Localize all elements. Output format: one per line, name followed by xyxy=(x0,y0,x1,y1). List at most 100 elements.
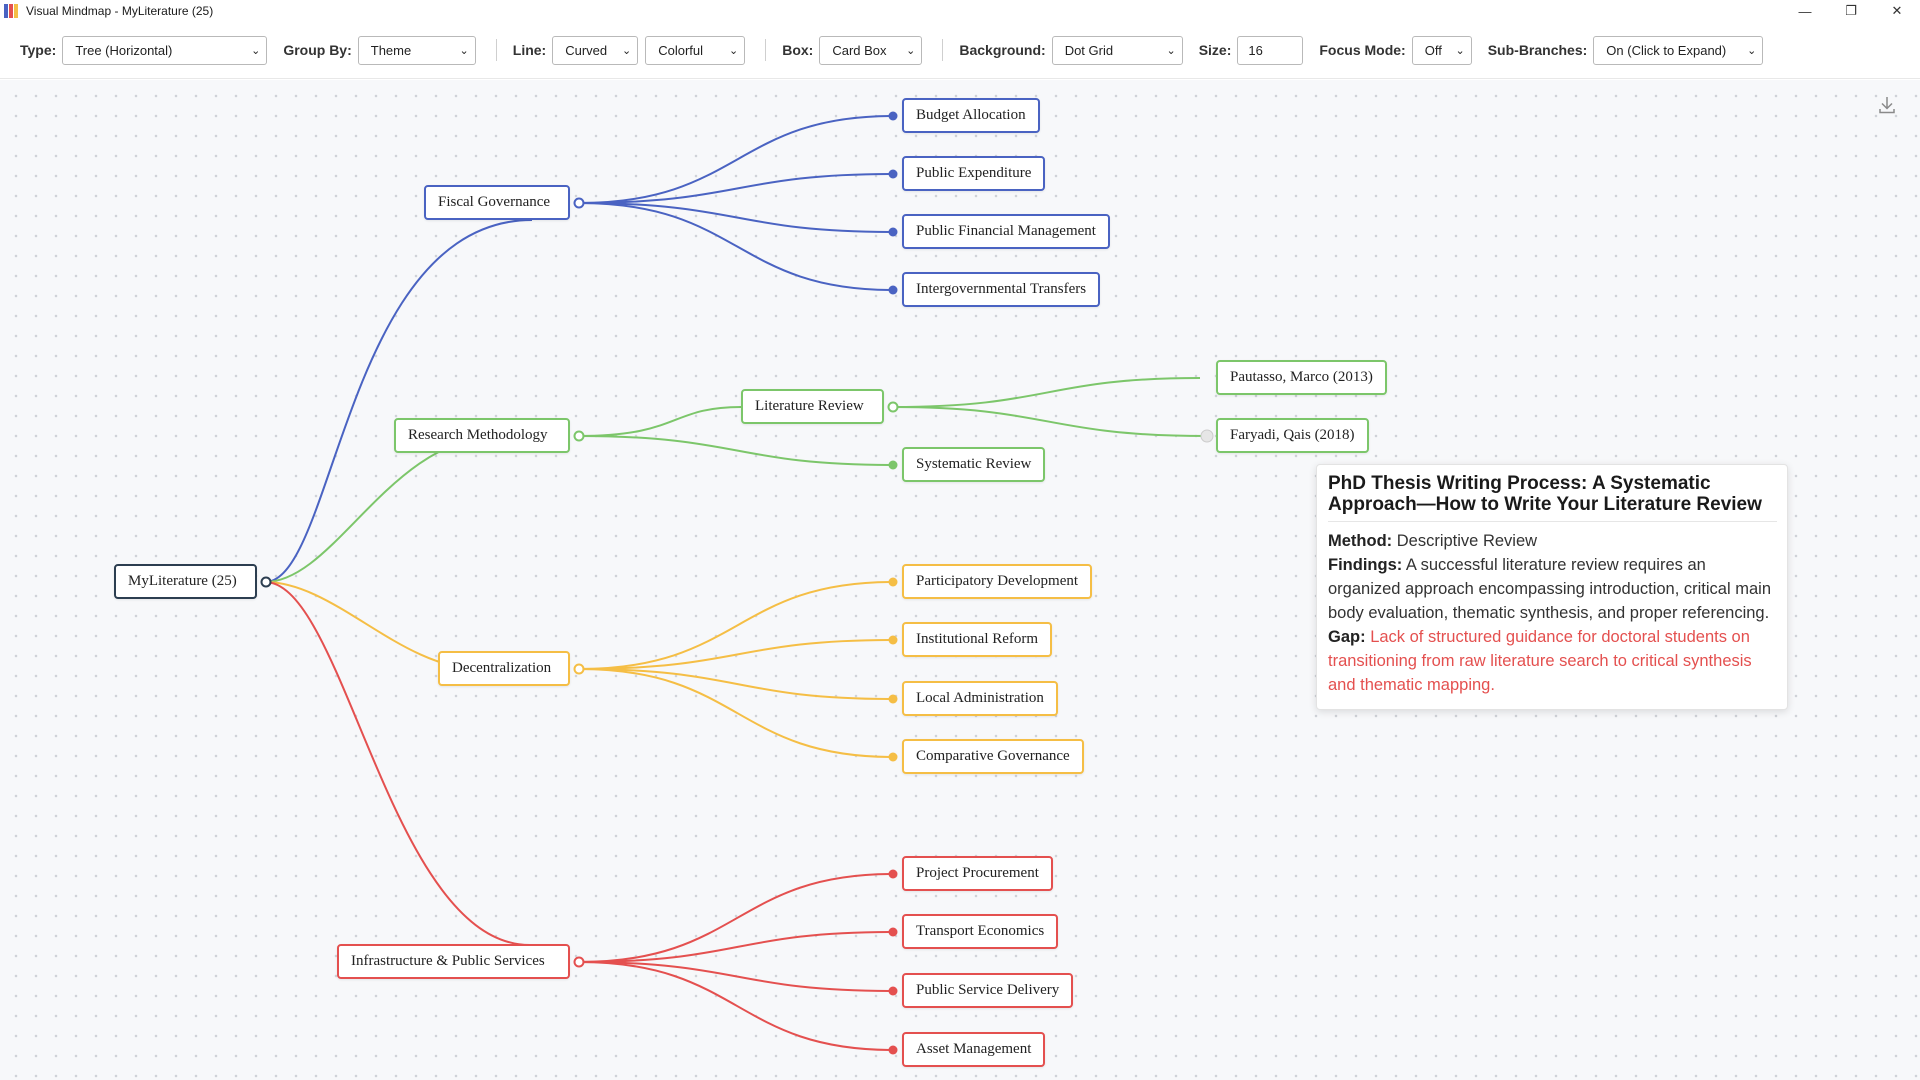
leaf-local-administration[interactable]: Local Administration xyxy=(902,681,1058,716)
type-select-value: Tree (Horizontal) xyxy=(75,42,173,58)
window-title: Visual Mindmap - MyLiterature (25) xyxy=(26,4,214,18)
title-bar: Visual Mindmap - MyLiterature (25) — ❐ ✕ xyxy=(0,0,1920,22)
branch-fiscal-governance[interactable]: Fiscal Governance xyxy=(424,185,570,220)
leaf-participatory-development[interactable]: Participatory Development xyxy=(902,564,1093,599)
literature-review-expand-dot[interactable] xyxy=(887,401,899,413)
leaf-public-service-delivery[interactable]: Public Service Delivery xyxy=(902,973,1074,1008)
link-intergovernmental-transfers xyxy=(578,202,894,291)
leaf-dot xyxy=(888,635,898,645)
link-asset-management xyxy=(578,961,894,1051)
close-button[interactable]: ✕ xyxy=(1874,0,1920,22)
leaf-dot xyxy=(888,694,898,704)
branch-research-methodology[interactable]: Research Methodology xyxy=(394,418,570,453)
root-node[interactable]: MyLiterature (25) xyxy=(114,564,257,599)
toolbar-divider xyxy=(495,39,497,61)
download-icon[interactable] xyxy=(1876,94,1898,116)
toolbar: Type: Tree (Horizontal) ⌄ Group By: Theme… xyxy=(0,22,1920,79)
background-select-value: Dot Grid xyxy=(1064,42,1114,58)
line-color-value: Colorful xyxy=(658,42,704,58)
chevron-down-icon: ⌄ xyxy=(1455,44,1465,57)
chevron-down-icon: ⌄ xyxy=(622,44,632,57)
link-pautasso xyxy=(892,377,1201,408)
research-expand-dot[interactable] xyxy=(573,430,585,442)
size-label: Size: xyxy=(1198,42,1232,58)
link-budget-allocation xyxy=(578,115,894,204)
leaf-public-expenditure[interactable]: Public Expenditure xyxy=(902,156,1046,191)
leaf-asset-management[interactable]: Asset Management xyxy=(902,1032,1046,1067)
background-label: Background: xyxy=(959,42,1046,58)
link-comparative-governance xyxy=(578,668,894,758)
link-systematic-review xyxy=(578,435,894,466)
sub-branch-literature-review[interactable]: Literature Review xyxy=(741,389,884,424)
tooltip-gap-label: Gap: xyxy=(1328,628,1366,646)
chevron-down-icon: ⌄ xyxy=(459,44,469,57)
line-label: Line: xyxy=(512,42,547,58)
leaf-comparative-governance[interactable]: Comparative Governance xyxy=(902,739,1084,774)
size-input[interactable] xyxy=(1237,35,1304,65)
link-transport-economics xyxy=(578,931,894,963)
link-local-administration xyxy=(578,668,894,700)
focus-mode-label: Focus Mode: xyxy=(1319,42,1406,58)
app-icon xyxy=(4,4,18,18)
root-expand-dot[interactable] xyxy=(260,576,272,588)
link-public-service-delivery xyxy=(578,961,894,992)
link-public-expenditure xyxy=(578,173,894,204)
leaf-dot xyxy=(888,227,898,237)
fiscal-expand-dot[interactable] xyxy=(573,197,585,209)
leaf-dot xyxy=(888,169,898,179)
leaf-systematic-review[interactable]: Systematic Review xyxy=(902,447,1046,482)
leaf-pautasso-marco-2013[interactable]: Pautasso, Marco (2013) xyxy=(1216,360,1387,395)
leaf-dot xyxy=(888,460,898,470)
leaf-intergovernmental-transfers[interactable]: Intergovernmental Transfers xyxy=(902,272,1101,307)
link-root-infrastructure xyxy=(264,581,531,946)
link-faryadi xyxy=(892,406,1208,437)
sub-branches-select[interactable]: On (Click to Expand) ⌄ xyxy=(1593,35,1764,65)
line-color-select[interactable]: Colorful ⌄ xyxy=(645,35,746,65)
sub-branches-value: On (Click to Expand) xyxy=(1606,42,1727,58)
tooltip-method-value: Descriptive Review xyxy=(1396,532,1538,550)
leaf-budget-allocation[interactable]: Budget Allocation xyxy=(902,98,1040,133)
tooltip-title: PhD Thesis Writing Process: A Systematic… xyxy=(1328,473,1777,522)
branch-infrastructure-public-services[interactable]: Infrastructure & Public Services xyxy=(337,944,570,979)
infrastructure-expand-dot[interactable] xyxy=(573,956,585,968)
group-by-select-value: Theme xyxy=(370,42,412,58)
leaf-public-financial-management[interactable]: Public Financial Management xyxy=(902,214,1110,249)
tooltip-findings-label: Findings: xyxy=(1328,556,1403,574)
link-root-research-methodology xyxy=(264,435,501,583)
leaf-dot xyxy=(888,869,898,879)
group-by-label: Group By: xyxy=(283,42,352,58)
paper-tooltip: PhD Thesis Writing Process: A Systematic… xyxy=(1316,464,1788,710)
leaf-transport-economics[interactable]: Transport Economics xyxy=(902,914,1059,949)
box-select[interactable]: Card Box ⌄ xyxy=(819,35,923,65)
sub-branches-label: Sub-Branches: xyxy=(1487,42,1588,58)
focus-mode-select[interactable]: Off ⌄ xyxy=(1411,35,1472,65)
leaf-dot xyxy=(888,927,898,937)
leaf-dot xyxy=(888,1045,898,1055)
link-root-fiscal-governance xyxy=(264,219,533,583)
chevron-down-icon: ⌄ xyxy=(1747,44,1757,57)
decentralization-expand-dot[interactable] xyxy=(573,663,585,675)
type-label: Type: xyxy=(20,42,57,58)
maximize-button[interactable]: ❐ xyxy=(1828,0,1874,22)
box-label: Box: xyxy=(782,42,814,58)
link-institutional-reform xyxy=(578,639,894,670)
branch-decentralization[interactable]: Decentralization xyxy=(438,651,570,686)
leaf-project-procurement[interactable]: Project Procurement xyxy=(902,856,1053,891)
minimize-button[interactable]: — xyxy=(1782,0,1828,22)
group-by-select[interactable]: Theme ⌄ xyxy=(357,35,476,65)
line-style-value: Curved xyxy=(565,42,608,58)
background-select[interactable]: Dot Grid ⌄ xyxy=(1051,35,1183,65)
chevron-down-icon: ⌄ xyxy=(251,44,261,57)
line-style-select[interactable]: Curved ⌄ xyxy=(552,35,639,65)
leaf-institutional-reform[interactable]: Institutional Reform xyxy=(902,622,1053,657)
chevron-down-icon: ⌄ xyxy=(729,44,739,57)
toolbar-divider xyxy=(765,39,767,61)
leaf-faryadi-qais-2018[interactable]: Faryadi, Qais (2018) xyxy=(1216,418,1369,453)
leaf-dot xyxy=(888,285,898,295)
link-public-financial-management xyxy=(578,202,894,233)
tooltip-gap-value: Lack of structured guidance for doctoral… xyxy=(1328,628,1752,694)
tooltip-method: Method: Descriptive Review xyxy=(1328,529,1777,553)
leaf-dot xyxy=(888,577,898,587)
mindmap-canvas[interactable]: MyLiterature (25) Fiscal Governance Rese… xyxy=(0,80,1920,1080)
type-select[interactable]: Tree (Horizontal) ⌄ xyxy=(62,35,268,65)
